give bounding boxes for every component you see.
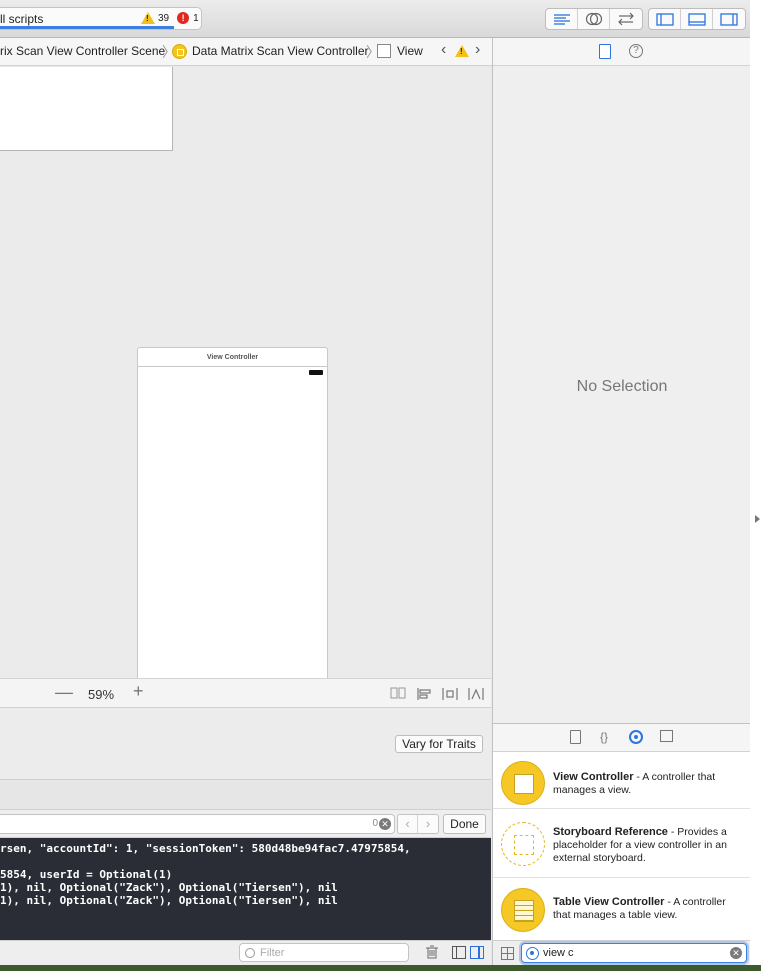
search-icon xyxy=(526,947,539,960)
embed-in-stack-icon[interactable] xyxy=(390,687,406,701)
scene-view-partial[interactable] xyxy=(0,67,173,151)
library-item-view-controller[interactable]: View Controller - A controller that mana… xyxy=(493,753,751,809)
plus-icon[interactable]: + xyxy=(133,681,144,702)
warning-icon[interactable]: ! xyxy=(455,45,469,57)
inspector-panel: ? No Selection xyxy=(492,38,751,723)
find-navigation: ‹ › xyxy=(397,814,439,834)
console-output[interactable]: rsen, "accountId": 1, "sessionToken": 58… xyxy=(0,838,491,940)
filter-placeholder: Filter xyxy=(260,947,285,959)
object-library-icon[interactable] xyxy=(629,730,643,744)
activity-status-text: ll scripts xyxy=(0,12,44,26)
filter-icon xyxy=(245,948,255,958)
object-library: {} View Controller - A controller that m… xyxy=(492,723,751,965)
inspector-tabs: ? xyxy=(493,38,751,66)
chevron-right-icon[interactable]: › xyxy=(475,41,480,59)
view-controller-icon xyxy=(501,761,545,805)
battery-icon xyxy=(309,370,323,375)
desktop-wallpaper-strip xyxy=(0,965,761,971)
show-console-view-icon[interactable] xyxy=(470,946,484,959)
storyboard-reference-icon xyxy=(501,822,545,866)
show-variables-view-icon[interactable] xyxy=(452,946,466,959)
activity-progress-bar xyxy=(0,26,174,29)
no-selection-label: No Selection xyxy=(576,378,668,395)
find-match-count: 0 xyxy=(372,818,378,829)
utilities-panel-icon xyxy=(720,12,738,26)
storyboard-canvas[interactable]: View Controller xyxy=(0,67,491,678)
library-tabs: {} xyxy=(493,724,751,752)
media-library-icon[interactable] xyxy=(660,730,673,742)
activity-viewer[interactable]: ll scripts ! 39 ! 1 xyxy=(0,7,202,30)
library-filter-bar: view c ✕ xyxy=(492,940,750,965)
standard-editor-button[interactable] xyxy=(546,9,578,29)
console-line: rsen, "accountId": 1, "sessionToken": 58… xyxy=(0,842,411,855)
debug-panel-icon xyxy=(687,12,706,26)
warning-count: 39 xyxy=(158,12,170,24)
console-bottom-bar: Filter xyxy=(0,940,491,965)
error-count: 1 xyxy=(193,12,199,24)
standard-editor-icon xyxy=(553,14,570,25)
resolve-autolayout-icon[interactable] xyxy=(468,687,484,701)
table-view-controller-icon xyxy=(501,888,545,932)
view-controller-icon xyxy=(172,44,187,59)
chevron-left-icon[interactable]: ‹ xyxy=(441,41,446,59)
find-done-button[interactable]: Done xyxy=(443,814,486,834)
find-next-button[interactable]: › xyxy=(418,815,438,833)
clear-icon[interactable]: ✕ xyxy=(379,818,391,830)
trash-icon[interactable] xyxy=(426,945,438,962)
traits-bar: Vary for Traits xyxy=(0,708,491,780)
library-item-text: Table View Controller - A controller tha… xyxy=(553,896,726,921)
library-search-value: view c xyxy=(543,947,574,959)
zoom-level: 59% xyxy=(88,687,115,702)
window-toolbar: ll scripts ! 39 ! 1 xyxy=(0,0,752,38)
version-editor-button[interactable] xyxy=(610,9,642,29)
canvas-zoom-bar: — 59% + xyxy=(0,678,491,708)
crumb-scene[interactable]: rix Scan View Controller Scene xyxy=(0,44,165,58)
version-editor-icon xyxy=(618,12,634,26)
library-item-table-view-controller[interactable]: Table View Controller - A controller tha… xyxy=(493,879,751,941)
code-snippet-library-icon[interactable]: {} xyxy=(600,730,614,744)
view-icon xyxy=(377,44,391,58)
toggle-navigator-button[interactable] xyxy=(649,9,681,29)
library-item-storyboard-reference[interactable]: Storyboard Reference - Provides a placeh… xyxy=(493,810,751,878)
minus-icon[interactable]: — xyxy=(55,682,73,703)
panel-toggle-control xyxy=(648,8,746,30)
debug-area-header xyxy=(0,780,491,810)
console-line: 1), nil, Optional("Zack"), Optional("Tie… xyxy=(0,894,338,907)
clear-icon[interactable]: ✕ xyxy=(730,947,742,959)
find-input[interactable]: 0 ✕ xyxy=(0,814,395,834)
warning-icon: ! xyxy=(141,12,155,24)
library-search-input[interactable]: view c ✕ xyxy=(521,943,747,963)
disclosure-arrow-icon xyxy=(755,515,760,523)
navigator-panel-icon xyxy=(655,12,674,26)
grid-view-icon[interactable] xyxy=(501,947,514,960)
find-previous-button[interactable]: ‹ xyxy=(398,815,418,833)
console-find-bar: 0 ✕ ‹ › Done xyxy=(0,810,491,838)
issue-counts[interactable]: ! 39 ! 1 xyxy=(141,12,199,24)
file-template-library-icon[interactable] xyxy=(570,730,581,744)
editor-mode-control xyxy=(545,8,643,30)
quick-help-icon[interactable]: ? xyxy=(629,44,643,58)
pin-icon[interactable] xyxy=(442,687,458,701)
crumb-view[interactable]: View xyxy=(397,44,423,58)
desktop-background xyxy=(750,0,761,971)
console-line: 1), nil, Optional("Zack"), Optional("Tie… xyxy=(0,881,338,894)
file-inspector-icon[interactable] xyxy=(599,44,611,59)
console-filter-input[interactable]: Filter xyxy=(239,943,409,962)
assistant-editor-icon xyxy=(585,12,602,26)
view-controller-scene-title[interactable]: View Controller xyxy=(137,347,328,367)
library-item-text: View Controller - A controller that mana… xyxy=(553,771,716,796)
toggle-utilities-button[interactable] xyxy=(713,9,745,29)
jump-bar: rix Scan View Controller Scene 〉 Data Ma… xyxy=(0,38,492,66)
library-item-text: Storyboard Reference - Provides a placeh… xyxy=(553,826,727,864)
crumb-view-controller[interactable]: Data Matrix Scan View Controller xyxy=(192,44,369,58)
error-icon: ! xyxy=(177,12,190,24)
toggle-debug-area-button[interactable] xyxy=(681,9,713,29)
console-line: 5854, userId = Optional(1) xyxy=(0,868,173,881)
assistant-editor-button[interactable] xyxy=(578,9,610,29)
align-icon[interactable] xyxy=(416,687,432,701)
view-controller-device-frame[interactable] xyxy=(137,367,328,678)
vary-for-traits-button[interactable]: Vary for Traits xyxy=(395,735,483,753)
